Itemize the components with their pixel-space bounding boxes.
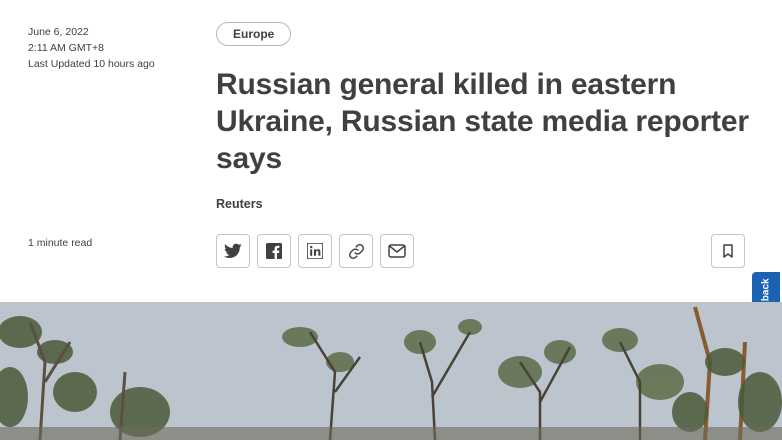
linkedin-icon — [307, 243, 323, 259]
publish-date: June 6, 2022 — [28, 26, 89, 38]
email-icon — [388, 244, 406, 258]
bookmark-icon — [723, 244, 733, 258]
section-tag-link[interactable]: Europe — [216, 22, 292, 46]
share-email-button[interactable] — [380, 234, 414, 268]
share-linkedin-button[interactable] — [298, 234, 332, 268]
hero-photo-trees — [0, 302, 782, 440]
hero-image — [0, 302, 782, 440]
facebook-icon — [266, 243, 282, 259]
share-bar — [216, 234, 414, 268]
twitter-icon — [224, 243, 242, 258]
read-time: 1 minute read — [28, 237, 93, 249]
link-icon — [348, 243, 364, 259]
article-headline: Russian general killed in eastern Ukrain… — [216, 68, 749, 175]
share-twitter-button[interactable] — [216, 234, 250, 268]
article-meta: June 6, 2022 2:11 AM GMT+8 Last Updated … — [28, 24, 155, 72]
byline-link[interactable]: Reuters — [216, 197, 263, 211]
share-facebook-button[interactable] — [257, 234, 291, 268]
copy-link-button[interactable] — [339, 234, 373, 268]
publish-time: 2:11 AM GMT+8 — [28, 42, 104, 54]
last-updated: Last Updated 10 hours ago — [28, 58, 155, 70]
bookmark-button[interactable] — [711, 234, 745, 268]
